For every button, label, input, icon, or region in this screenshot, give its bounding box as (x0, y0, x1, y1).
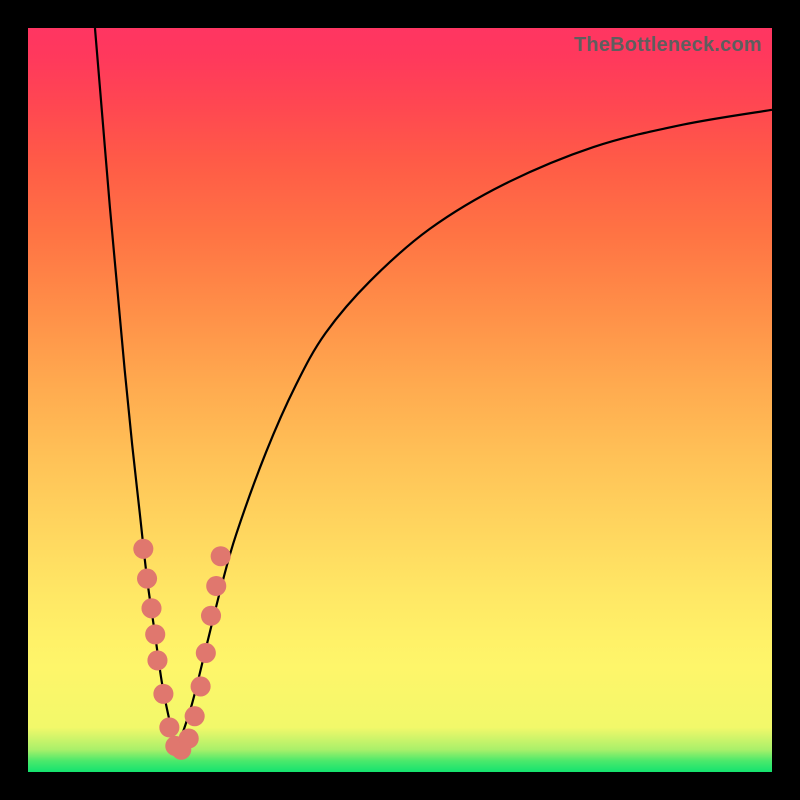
bead-point (196, 643, 216, 663)
bead-point (191, 676, 211, 696)
bead-point (206, 576, 226, 596)
bead-point (179, 728, 199, 748)
bead-point (153, 684, 173, 704)
bead-point (141, 598, 161, 618)
beads-group (133, 539, 230, 760)
bead-point (137, 569, 157, 589)
bead-point (147, 650, 167, 670)
bead-point (211, 546, 231, 566)
bead-point (159, 717, 179, 737)
curve-right-arm (177, 110, 772, 750)
bead-point (201, 606, 221, 626)
curve-left-arm (95, 28, 177, 750)
bead-point (185, 706, 205, 726)
plot-area: TheBottleneck.com (28, 28, 772, 772)
bead-point (145, 624, 165, 644)
chart-frame: TheBottleneck.com (0, 0, 800, 800)
chart-svg (28, 28, 772, 772)
bead-point (133, 539, 153, 559)
